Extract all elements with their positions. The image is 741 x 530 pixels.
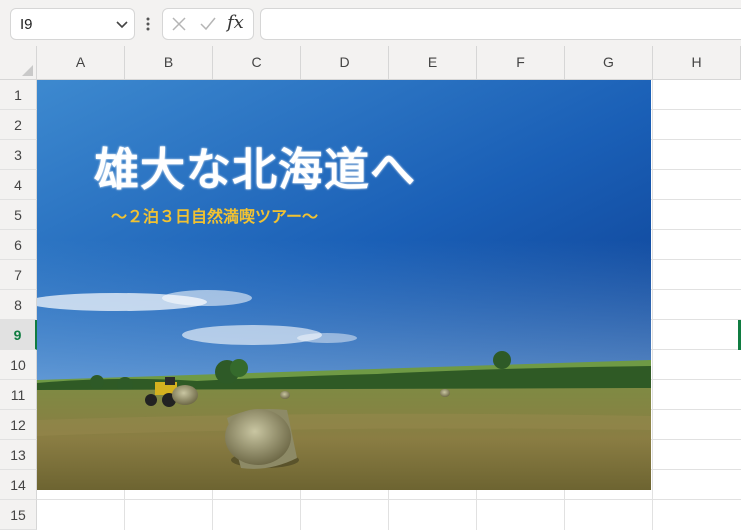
select-all-corner[interactable]: [0, 46, 37, 80]
row-header-6[interactable]: 6: [0, 230, 37, 260]
column-header-c[interactable]: C: [213, 46, 301, 80]
formula-bar: I9 fx: [0, 0, 741, 46]
row-header-8[interactable]: 8: [0, 290, 37, 320]
row-header-1[interactable]: 1: [0, 80, 37, 110]
row-header-15[interactable]: 15: [0, 500, 37, 530]
check-icon[interactable]: [199, 16, 217, 32]
cancel-icon[interactable]: [171, 16, 187, 32]
column-header-d[interactable]: D: [301, 46, 389, 80]
formula-buttons: fx: [162, 8, 254, 40]
column-header-a[interactable]: A: [37, 46, 125, 80]
formula-input[interactable]: [260, 8, 741, 40]
column-header-g[interactable]: G: [565, 46, 653, 80]
row-header-5[interactable]: 5: [0, 200, 37, 230]
row-header-4[interactable]: 4: [0, 170, 37, 200]
column-header-f[interactable]: F: [477, 46, 565, 80]
column-header-b[interactable]: B: [125, 46, 213, 80]
picture-title: 雄大な北海道へ: [94, 143, 417, 196]
row-header-7[interactable]: 7: [0, 260, 37, 290]
row-header-11[interactable]: 11: [0, 380, 37, 410]
row-header-9[interactable]: 9: [0, 320, 37, 350]
chevron-down-icon[interactable]: [115, 17, 129, 31]
row-header-3[interactable]: 3: [0, 140, 37, 170]
name-box-value: I9: [20, 16, 33, 33]
column-header-h[interactable]: H: [653, 46, 741, 80]
row-header-14[interactable]: 14: [0, 470, 37, 500]
picture-subtitle: ～２泊３日自然満喫ツアー～: [111, 207, 319, 226]
row-header-10[interactable]: 10: [0, 350, 37, 380]
more-options-icon[interactable]: [145, 14, 151, 34]
name-box[interactable]: I9: [10, 8, 135, 40]
insert-function-button[interactable]: fx: [227, 12, 244, 33]
row-header-12[interactable]: 12: [0, 410, 37, 440]
hokkaido-field-picture[interactable]: 雄大な北海道へ ～２泊３日自然満喫ツアー～: [37, 80, 651, 490]
row-header-2[interactable]: 2: [0, 110, 37, 140]
row-header-13[interactable]: 13: [0, 440, 37, 470]
column-header-e[interactable]: E: [389, 46, 477, 80]
